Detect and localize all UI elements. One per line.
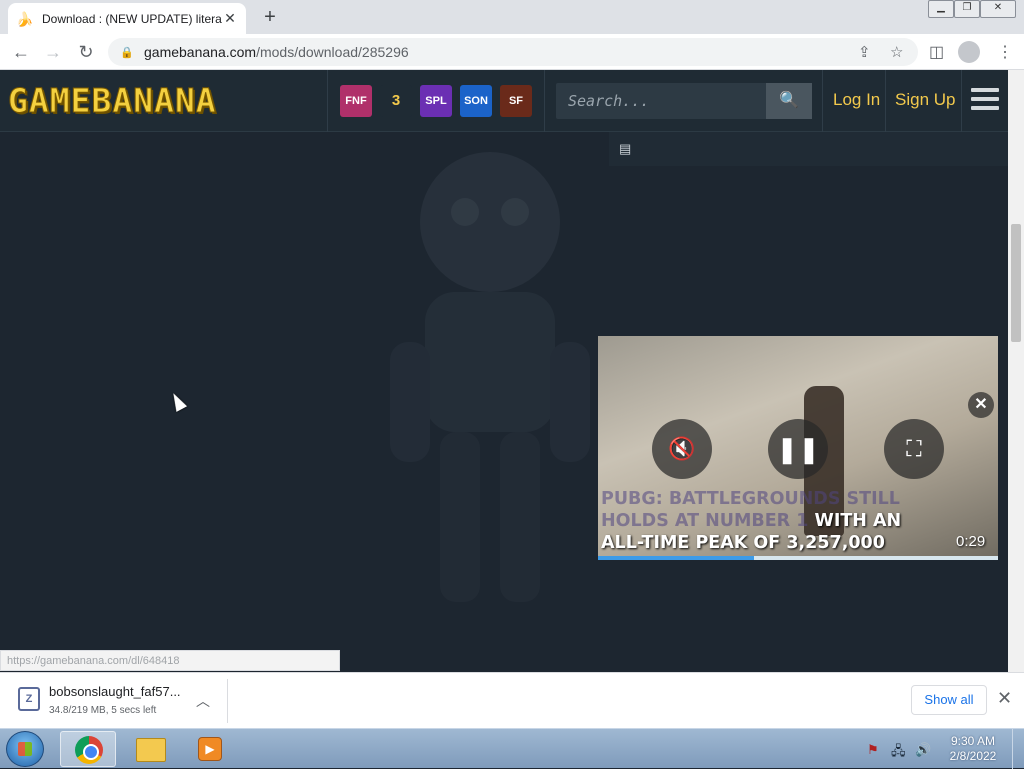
download-filename[interactable]: bobsonslaught_faf57... (49, 684, 181, 699)
profile-avatar[interactable] (958, 41, 980, 63)
video-progress-bar[interactable] (598, 556, 998, 560)
video-progress-fill (598, 556, 754, 560)
lock-icon[interactable]: 🔒 (120, 46, 134, 59)
header-divider (885, 70, 886, 132)
share-icon[interactable]: ⇪ (858, 43, 871, 61)
browser-toolbar: ← → ↻ 🔒 gamebanana.com/mods/download/285… (0, 34, 1024, 70)
minimize-button[interactable]: ▁ (928, 0, 954, 18)
video-time: 0:29 (956, 533, 986, 550)
url-path: /mods/download/285296 (256, 44, 409, 60)
tab-title: Download : (NEW UPDATE) litera (42, 11, 222, 26)
sonic-icon[interactable]: SON (460, 85, 492, 117)
start-button[interactable] (6, 731, 44, 767)
url-host: gamebanana.com (144, 44, 257, 60)
hamburger-menu-icon[interactable] (971, 88, 999, 114)
taskbar-chrome[interactable] (60, 731, 116, 767)
media-player-icon: ▶ (198, 737, 222, 761)
bookmark-star-icon[interactable]: ☆ (890, 43, 903, 61)
chevron-up-icon[interactable]: ︿ (196, 691, 210, 711)
search-input[interactable] (556, 83, 766, 119)
video-caption-line1: WITH AN (814, 511, 902, 531)
action-center-icon[interactable]: ⚑ (867, 742, 879, 758)
ad-bar: ▤ (609, 132, 1008, 166)
scrollbar-thumb[interactable] (1011, 224, 1021, 342)
folder-icon (136, 738, 166, 762)
back-arrow-icon[interactable]: ← (10, 41, 32, 63)
address-bar[interactable]: 🔒 gamebanana.com/mods/download/285296 ⇪ … (108, 38, 918, 66)
fullscreen-icon[interactable]: ⛶ (884, 419, 944, 479)
search-icon[interactable]: 🔍 (766, 83, 812, 119)
header-divider (961, 70, 962, 132)
network-icon[interactable]: 🖧 (891, 742, 906, 764)
login-link[interactable]: Log In (833, 90, 880, 110)
close-window-button[interactable]: ✕ (980, 0, 1016, 18)
taskbar-explorer[interactable] (122, 731, 178, 767)
download-divider (227, 679, 228, 723)
side-panel-icon[interactable]: ◫ (929, 42, 944, 62)
ad-info-icon[interactable]: ▤ (619, 141, 631, 157)
sf-icon[interactable]: SF (500, 85, 532, 117)
site-logo[interactable]: GAMEBANANA (8, 83, 217, 118)
show-all-button[interactable]: Show all (911, 685, 987, 715)
zip-file-icon: Z (18, 687, 40, 711)
site-search: 🔍 (556, 83, 812, 119)
header-divider (544, 70, 545, 132)
download-shelf: Z bobsonslaught_faf57... 34.8/219 MB, 5 … (0, 672, 1024, 728)
volume-icon[interactable]: 🔊 (915, 742, 931, 758)
new-tab-button[interactable]: + (258, 6, 282, 28)
clock-time: 9:30 AM (950, 734, 996, 748)
splatoon-icon[interactable]: SPL (420, 85, 452, 117)
site-header: GAMEBANANA FNF 3 SPL SON SF 🔍 Log In Sig… (0, 70, 1008, 132)
close-shelf-icon[interactable]: ✕ (997, 688, 1012, 709)
banana-icon: 🍌 (16, 10, 34, 27)
video-caption-line2: ALL-TIME PEAK OF 3,257,000 (601, 533, 885, 553)
fnf-icon[interactable]: FNF (340, 85, 372, 117)
download-progress-text: 34.8/219 MB, 5 secs left (49, 705, 157, 716)
video-player[interactable]: ✕ 🔇 ❚❚ ⛶ PUBG: BATTLEGROUNDS STILL HOLDS… (598, 336, 998, 560)
tab-strip: 🍌 Download : (NEW UPDATE) litera ✕ + ▁ ❐… (0, 0, 1024, 34)
restore-button[interactable]: ❐ (954, 0, 980, 18)
pause-icon[interactable]: ❚❚ (768, 419, 828, 479)
page-scrollbar[interactable] (1008, 70, 1024, 672)
header-divider (822, 70, 823, 132)
clock-date: 2/8/2022 (949, 749, 997, 763)
video-caption: PUBG: BATTLEGROUNDS STILL HOLDS AT NUMBE… (601, 488, 951, 554)
mute-icon[interactable]: 🔇 (652, 419, 712, 479)
signup-link[interactable]: Sign Up (895, 90, 955, 110)
status-url: https://gamebanana.com/dl/648418 (0, 650, 340, 671)
system-clock[interactable]: 9:30 AM 2/8/2022 (938, 734, 1008, 764)
reload-icon[interactable]: ↻ (75, 41, 97, 63)
3air-icon[interactable]: 3 (380, 85, 412, 117)
forward-arrow-icon[interactable]: → (42, 41, 64, 63)
chrome-icon (75, 736, 103, 764)
menu-kebab-icon[interactable]: ⋮ (997, 42, 1013, 62)
taskbar-media-player[interactable]: ▶ (182, 731, 238, 767)
tab-close-icon[interactable]: ✕ (222, 10, 238, 27)
show-desktop-button[interactable] (1012, 729, 1024, 769)
windows-taskbar: ▶ ⚑ 🖧 🔊 9:30 AM 2/8/2022 (0, 728, 1024, 769)
video-close-icon[interactable]: ✕ (968, 392, 994, 418)
header-divider (327, 70, 328, 132)
browser-tab[interactable]: 🍌 Download : (NEW UPDATE) litera ✕ (8, 3, 246, 34)
